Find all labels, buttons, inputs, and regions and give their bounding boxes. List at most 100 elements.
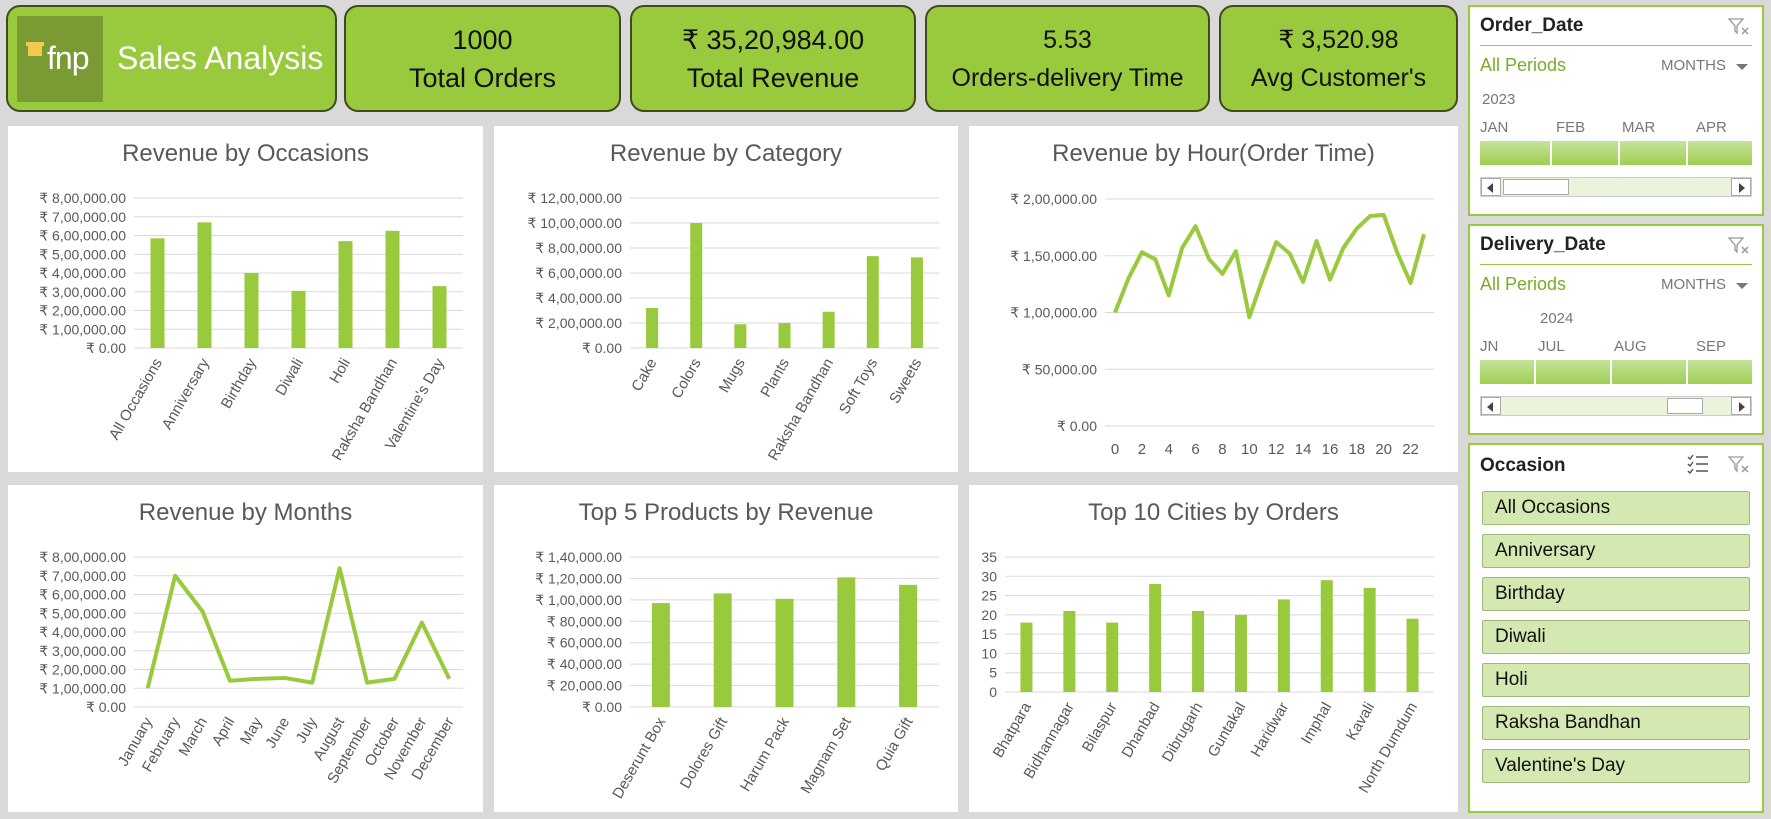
chart-svg: ₹ 0.00 ₹ 1,00,000.00 ₹ 2,00,000.00 ₹ 3,00,0… bbox=[39, 549, 463, 787]
y-tick-label: ₹ 5,00,000.00 bbox=[39, 605, 126, 621]
bar bbox=[385, 230, 400, 348]
y-tick-label: ₹ 60,000.00 bbox=[547, 635, 622, 651]
all-periods-link[interactable]: All Periods bbox=[1480, 274, 1566, 295]
x-tick-label: Magnam Set bbox=[798, 714, 856, 797]
multi-select-icon[interactable] bbox=[1686, 453, 1710, 475]
bar bbox=[690, 223, 703, 348]
kpi-avg-customer: ₹ 3,520.98 Avg Customer's bbox=[1219, 5, 1458, 112]
occasion-item[interactable]: Birthday bbox=[1482, 577, 1750, 611]
bar bbox=[338, 241, 353, 348]
chevron-down-icon[interactable] bbox=[1736, 283, 1748, 289]
chart-revenue-by-occasions[interactable]: Revenue by Occasions ₹ 0.00 ₹ 1,00,000.00… bbox=[8, 126, 483, 472]
clear-filter-icon[interactable] bbox=[1728, 17, 1750, 37]
gift-icon bbox=[26, 41, 44, 56]
y-tick-label: ₹ 50,000.00 bbox=[1022, 361, 1097, 377]
y-tick-label: ₹ 7,00,000.00 bbox=[39, 568, 126, 584]
all-periods-link[interactable]: All Periods bbox=[1480, 55, 1566, 76]
scroll-left-button[interactable] bbox=[1481, 178, 1501, 196]
x-tick-label: Bhatpara bbox=[990, 699, 1035, 761]
scroll-thumb[interactable] bbox=[1503, 179, 1569, 195]
bar bbox=[1063, 611, 1076, 692]
chart-revenue-by-hour[interactable]: Revenue by Hour(Order Time) ₹ 0.00 ₹ 50,0… bbox=[969, 126, 1458, 472]
scroll-thumb[interactable] bbox=[1667, 398, 1703, 414]
y-tick-label: ₹ 2,00,000.00 bbox=[1010, 191, 1097, 207]
kpi-delivery-time: 5.53 Orders-delivery Time bbox=[925, 5, 1210, 112]
y-tick-label: ₹ 20,000.00 bbox=[547, 678, 622, 694]
y-tick-label: 0 bbox=[989, 684, 997, 700]
x-tick-label: Holi bbox=[326, 356, 354, 387]
scroll-left-button[interactable] bbox=[1481, 397, 1501, 415]
y-tick-label: ₹ 0.00 bbox=[582, 340, 622, 356]
x-tick-label: March bbox=[175, 715, 211, 760]
scroll-right-button[interactable] bbox=[1731, 397, 1751, 415]
clear-filter-icon[interactable] bbox=[1728, 236, 1750, 256]
y-tick-label: ₹ 7,00,000.00 bbox=[39, 209, 126, 225]
occasion-item[interactable]: Diwali bbox=[1482, 620, 1750, 654]
bar bbox=[1363, 587, 1376, 692]
y-tick-label: ₹ 6,00,000.00 bbox=[39, 228, 126, 244]
dashboard-title: Sales Analysis bbox=[117, 40, 324, 76]
chart-revenue-by-category[interactable]: Revenue by Category ₹ 0.00 ₹ 2,00,000.00 ₹… bbox=[494, 126, 958, 472]
y-tick-label: ₹ 0.00 bbox=[86, 340, 126, 356]
x-tick-label: April bbox=[209, 715, 239, 749]
occasion-item[interactable]: Anniversary bbox=[1482, 534, 1750, 568]
chart-svg: ₹ 0.00 ₹ 50,000.00 ₹ 1,00,000.00 ₹ 1,50,000… bbox=[1010, 191, 1434, 458]
y-tick-label: ₹ 2,00,000.00 bbox=[39, 662, 126, 678]
divider bbox=[1480, 264, 1752, 265]
y-tick-label: 35 bbox=[981, 549, 997, 565]
y-tick-label: ₹ 1,20,000.00 bbox=[535, 570, 622, 586]
bar bbox=[837, 577, 856, 707]
x-tick-label: 0 bbox=[1111, 441, 1119, 458]
chart-svg: ₹ 0.00 ₹ 1,00,000.00 ₹ 2,00,000.00 ₹ 3,00,0… bbox=[39, 190, 463, 464]
y-tick-label: ₹ 8,00,000.00 bbox=[39, 190, 126, 206]
month-label: JUL bbox=[1538, 338, 1565, 355]
slicer-order-date[interactable]: Order_Date All Periods MONTHS 2023 JAN F… bbox=[1468, 5, 1764, 216]
time-level-dropdown[interactable]: MONTHS bbox=[1661, 57, 1726, 74]
x-tick-label: 4 bbox=[1165, 441, 1173, 458]
occasion-item[interactable]: All Occasions bbox=[1482, 491, 1750, 525]
chevron-down-icon[interactable] bbox=[1736, 64, 1748, 70]
month-label: MAR bbox=[1622, 119, 1656, 136]
chart-top-products[interactable]: Top 5 Products by Revenue ₹ 0.00 ₹ 20,000… bbox=[494, 485, 958, 812]
occasion-item[interactable]: Raksha Bandhan bbox=[1482, 706, 1750, 740]
y-tick-label: ₹ 3,00,000.00 bbox=[39, 284, 126, 300]
bar bbox=[1149, 584, 1162, 692]
x-tick-label: Diwali bbox=[272, 356, 307, 399]
month-label: APR bbox=[1696, 119, 1727, 136]
timeline-scrollbar[interactable] bbox=[1480, 396, 1752, 416]
x-tick-label: 16 bbox=[1322, 441, 1339, 458]
slicer-delivery-date[interactable]: Delivery_Date All Periods MONTHS 2024 JN… bbox=[1468, 224, 1764, 435]
occasion-item[interactable]: Holi bbox=[1482, 663, 1750, 697]
chart-top-cities[interactable]: Top 10 Cities by Orders 0 5 10 15 20 25 30 35 Bh… bbox=[969, 485, 1458, 812]
chart-revenue-by-months[interactable]: Revenue by Months ₹ 0.00 ₹ 1,00,000.00 ₹ 2… bbox=[8, 485, 483, 812]
kpi-value: ₹ 3,520.98 bbox=[1278, 25, 1399, 54]
bar bbox=[651, 603, 670, 707]
timeline-scrollbar[interactable] bbox=[1480, 177, 1752, 197]
y-tick-label: ₹ 3,00,000.00 bbox=[39, 643, 126, 659]
kpi-value: 5.53 bbox=[1043, 25, 1092, 54]
timeline-bar[interactable] bbox=[1480, 141, 1752, 165]
x-tick-label: 10 bbox=[1241, 441, 1258, 458]
bar bbox=[1277, 599, 1290, 692]
bar bbox=[899, 584, 918, 707]
x-tick-label: Harum Pack bbox=[737, 714, 793, 794]
x-tick-label: 6 bbox=[1191, 441, 1199, 458]
timeline-year: 2024 bbox=[1540, 310, 1574, 327]
kpi-label: Total Revenue bbox=[686, 62, 860, 93]
y-tick-label: 15 bbox=[981, 626, 997, 642]
bar bbox=[866, 256, 879, 348]
y-tick-label: ₹ 5,00,000.00 bbox=[39, 246, 126, 262]
y-tick-label: ₹ 1,00,000.00 bbox=[39, 680, 126, 696]
occasion-item[interactable]: Valentine's Day bbox=[1482, 749, 1750, 783]
x-tick-label: June bbox=[262, 715, 293, 752]
clear-filter-icon[interactable] bbox=[1728, 455, 1750, 475]
slicer-occasion[interactable]: Occasion All Occasions Anniversary Birth… bbox=[1468, 443, 1764, 813]
timeline-bar[interactable] bbox=[1480, 360, 1752, 384]
y-tick-label: ₹ 1,50,000.00 bbox=[1010, 248, 1097, 264]
month-label: JN bbox=[1480, 338, 1499, 355]
y-tick-label: ₹ 0.00 bbox=[86, 699, 126, 715]
time-level-dropdown[interactable]: MONTHS bbox=[1661, 276, 1726, 293]
y-tick-label: ₹ 80,000.00 bbox=[547, 613, 622, 629]
y-tick-label: ₹ 1,00,000.00 bbox=[535, 592, 622, 608]
scroll-right-button[interactable] bbox=[1731, 178, 1751, 196]
